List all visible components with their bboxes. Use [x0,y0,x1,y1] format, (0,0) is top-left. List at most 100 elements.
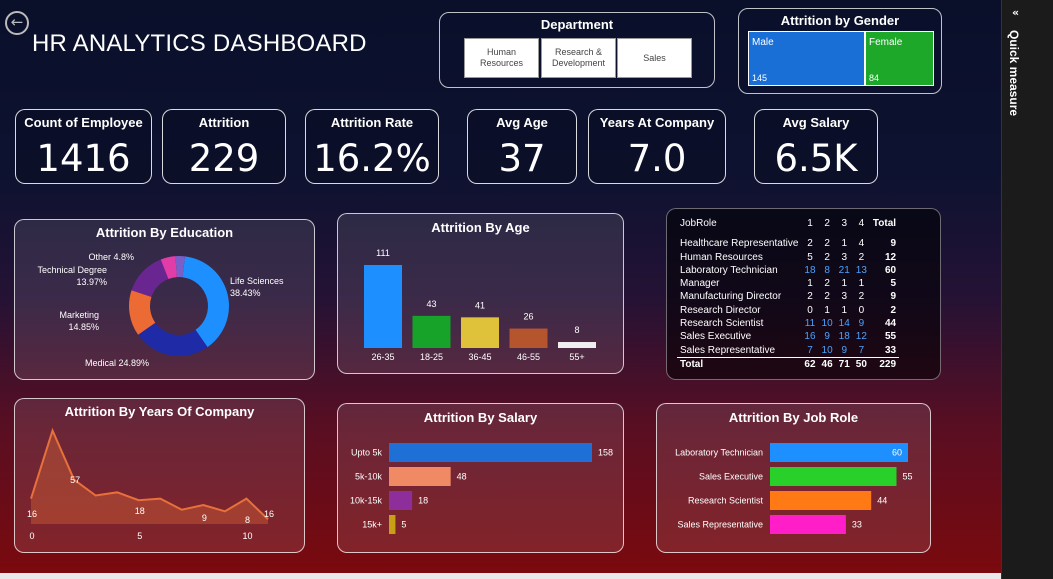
matrix-cell: 33 [884,344,897,356]
dept-human-resources-button[interactable]: Human Resources [464,38,539,78]
donut-slice [138,322,208,356]
matrix-row: Healthcare Representative 2 2 1 4 9 [677,237,899,250]
education-donut-chart: Life Sciences 38.43% Medical 24.89% Marketi… [37,252,284,368]
age-bar [558,342,596,348]
gender-female-tile[interactable]: Female 84 [865,31,934,86]
hbar-category: Laboratory Technician [675,448,763,458]
matrix-cell: 9 [890,238,897,250]
kpi-label: Attrition [198,115,250,130]
gender-male-tile[interactable]: Male 145 [748,31,865,86]
slice-label: Marketing [59,310,99,320]
age-bar-category: 18-25 [420,352,443,362]
matrix-total-cell: 46 [818,356,836,372]
slice-label: Medical 24.89% [85,358,149,368]
jobrole-matrix-panel: JobRole 1 2 3 4 Total Healthcare Representativ… [666,208,941,380]
gender-male-label: Male [752,37,774,48]
matrix-cell: 60 [884,264,897,276]
slice-value: 13.97% [76,277,107,287]
kpi-label: Avg Salary [782,115,850,130]
matrix-cell: 9 [858,318,865,330]
years-point-label: 16 [264,509,274,519]
kpi-value: 16.2% [313,137,431,180]
quick-measure-pane[interactable]: « Quick measure [1001,0,1053,579]
matrix-cell: 1 [824,304,830,316]
matrix-header[interactable]: 2 [819,217,836,237]
years-point-label: 9 [202,513,207,523]
kpi-avg-salary: Avg Salary 6.5K [754,109,878,184]
years-point-label: 8 [245,515,250,525]
age-bar-value: 111 [376,248,390,258]
quick-measure-label: Quick measure [1007,30,1021,117]
matrix-cell: 7 [807,344,813,356]
hbar [770,491,872,510]
gender-male-value: 145 [752,73,768,83]
department-title: Department [540,17,614,32]
matrix-cell: 2 [824,291,830,303]
years-x-tick: 10 [242,531,252,541]
matrix-header[interactable]: 3 [836,217,853,237]
matrix-header[interactable]: 1 [801,217,818,237]
matrix-cell: 14 [838,318,850,330]
matrix-cell: 8 [824,264,830,276]
matrix-cell: 18 [838,331,850,343]
dept-sales-button[interactable]: Sales [617,38,692,78]
kpi-value: 1416 [36,137,131,180]
hbar-category: Upto 5k [351,448,383,458]
slice-value: 14.85% [68,322,99,332]
matrix-total-row: Total 62 46 71 50 229 [677,356,900,372]
dept-research-development-button[interactable]: Research & Development [541,38,616,78]
hbar-category: 15k+ [362,520,382,530]
salary-bar-chart: Upto 5k 158 5k-10k 48 10k-15k 18 15k+ 5 [350,443,613,534]
back-arrow-icon[interactable]: ← [5,11,29,35]
matrix-cell: 9 [890,291,897,303]
kpi-value: 7.0 [627,137,687,180]
years-x-tick: 0 [29,531,34,541]
education-donut-panel: Attrition By Education Life Sciences 38.4… [14,219,315,380]
matrix-row: Research Director 0 1 1 0 2 [677,304,899,317]
collapse-chevron-icon[interactable]: « [1012,6,1019,19]
age-bar [412,315,451,348]
matrix-cell: 4 [858,238,865,250]
report-canvas: ← HR ANALYTICS DASHBOARD Department Huma… [0,0,1001,573]
matrix-row: Sales Executive 16 9 18 12 55 [677,330,899,343]
matrix-cell: Laboratory Technician [680,264,778,276]
matrix-cell: 21 [838,264,850,276]
matrix-cell: 0 [858,304,865,316]
kpi-label: Count of Employee [24,115,143,130]
gender-treemap: Attrition by Gender Male 145 Female 84 [738,8,942,94]
hbar [770,443,908,462]
matrix-cell: 3 [841,251,847,263]
age-bar [509,328,548,348]
matrix-cell: Human Resources [680,251,763,263]
matrix-header[interactable]: Total [870,217,899,237]
matrix-total-cell: 71 [835,356,853,372]
matrix-cell: 2 [807,238,813,250]
gender-title: Attrition by Gender [780,13,900,28]
matrix-cell: 10 [821,318,833,330]
matrix-header[interactable]: 4 [853,217,870,237]
matrix-total-cell: 229 [869,356,900,372]
matrix-cell: Manufacturing Director [680,291,782,303]
matrix-cell: 1 [841,304,847,316]
matrix-cell: 2 [858,291,865,303]
matrix-header[interactable]: JobRole [677,217,801,237]
slice-label: Life Sciences [230,276,284,286]
age-bar-value: 26 [523,312,533,322]
matrix-cell: Research Director [680,304,761,316]
age-bar-value: 41 [475,300,485,310]
kpi-label: Avg Age [496,115,548,130]
matrix-total-cell: Total [677,356,802,372]
matrix-cell: Research Scientist [680,318,764,330]
age-bar-category: 46-55 [517,352,540,362]
matrix-cell: 2 [824,238,830,250]
age-bar [364,265,402,348]
matrix-cell: 1 [841,238,847,250]
bottom-strip [0,573,1001,579]
matrix-cell: 9 [824,331,830,343]
slice-label: Technical Degree [37,265,107,275]
hbar-value: 18 [418,496,428,506]
years-point-label: 57 [70,475,80,485]
age-bar-category: 55+ [569,352,584,362]
hbar-value: 60 [892,448,902,458]
kpi-attrition-rate: Attrition Rate 16.2% [305,109,439,184]
